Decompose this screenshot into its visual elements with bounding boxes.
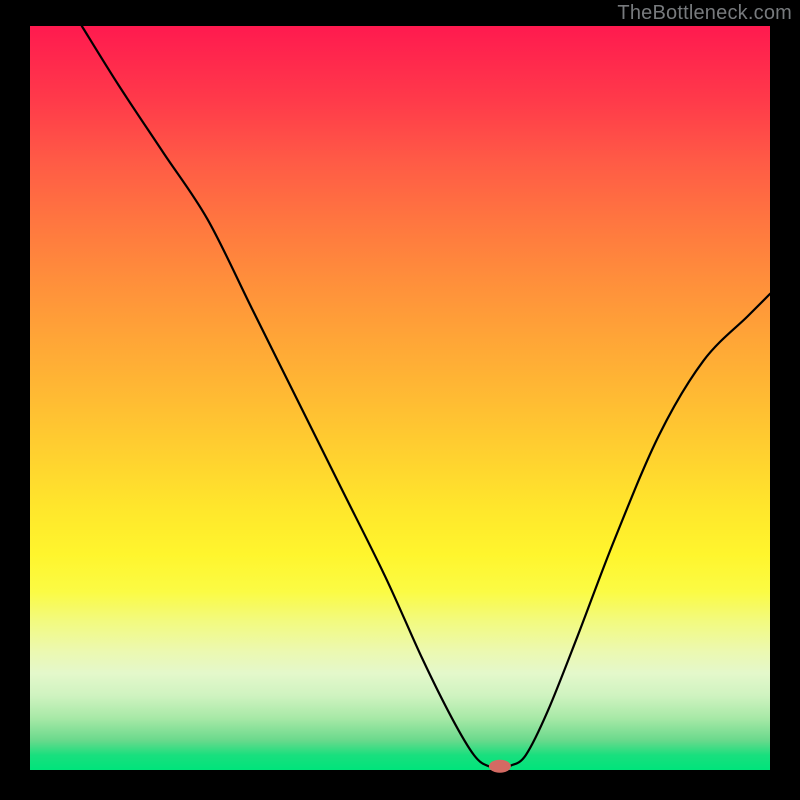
watermark-label: TheBottleneck.com [617, 2, 792, 25]
plot-area [30, 26, 770, 770]
curve-minimum-marker [489, 760, 511, 773]
bottleneck-curve-path [82, 26, 770, 767]
curve-layer [30, 26, 770, 770]
chart-frame: TheBottleneck.com [0, 0, 800, 800]
